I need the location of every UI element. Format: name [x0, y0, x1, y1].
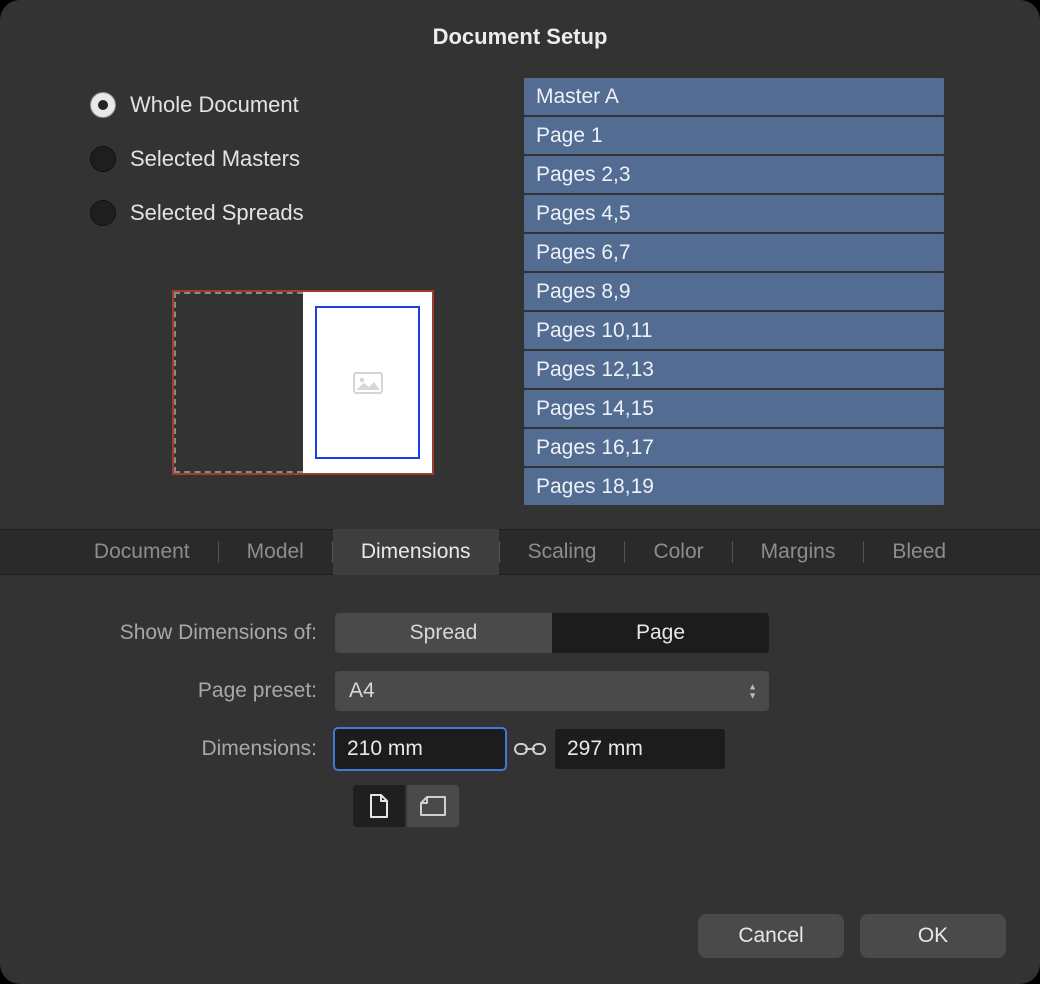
- page-list-item[interactable]: Pages 16,17: [524, 429, 944, 466]
- page-list-item[interactable]: Pages 4,5: [524, 195, 944, 232]
- scope-radio-selected-spreads[interactable]: Selected Spreads: [90, 186, 500, 240]
- page-list-item[interactable]: Pages 6,7: [524, 234, 944, 271]
- orientation-toggle: [353, 785, 459, 827]
- page-list-item[interactable]: Master A: [524, 78, 944, 115]
- seg-spread-button[interactable]: Spread: [335, 613, 552, 653]
- radio-indicator: [90, 200, 116, 226]
- show-dimensions-label: Show Dimensions of:: [60, 621, 335, 645]
- preview-left-page: [174, 292, 303, 473]
- radio-label: Whole Document: [130, 92, 299, 118]
- tab-color[interactable]: Color: [625, 529, 731, 575]
- landscape-button[interactable]: [407, 785, 459, 827]
- height-input[interactable]: [555, 729, 725, 769]
- document-setup-window: Document Setup Whole Document Selected Ma…: [0, 0, 1040, 984]
- portrait-button[interactable]: [353, 785, 405, 827]
- tab-scaling[interactable]: Scaling: [500, 529, 625, 575]
- width-input[interactable]: [335, 729, 505, 769]
- scope-radio-selected-masters[interactable]: Selected Masters: [90, 132, 500, 186]
- radio-label: Selected Spreads: [130, 200, 304, 226]
- radio-label: Selected Masters: [130, 146, 300, 172]
- pages-list[interactable]: Master APage 1Pages 2,3Pages 4,5Pages 6,…: [524, 78, 944, 505]
- tab-model[interactable]: Model: [219, 529, 332, 575]
- page-preset-value: A4: [349, 679, 375, 703]
- scope-radio-whole-document[interactable]: Whole Document: [90, 78, 500, 132]
- tab-document[interactable]: Document: [66, 529, 218, 575]
- link-dimensions-icon[interactable]: [505, 740, 555, 758]
- radio-indicator: [90, 146, 116, 172]
- page-list-item[interactable]: Pages 18,19: [524, 468, 944, 505]
- dimensions-label: Dimensions:: [60, 737, 335, 761]
- image-placeholder-icon: [353, 372, 383, 394]
- page-list-item[interactable]: Pages 8,9: [524, 273, 944, 310]
- dialog-title: Document Setup: [0, 0, 1040, 50]
- spread-preview: [172, 290, 434, 475]
- tabs-bar: DocumentModelDimensionsScalingColorMargi…: [0, 529, 1040, 575]
- portrait-icon: [369, 793, 389, 819]
- radio-indicator: [90, 92, 116, 118]
- page-list-item[interactable]: Pages 14,15: [524, 390, 944, 427]
- tab-dimensions[interactable]: Dimensions: [333, 529, 499, 575]
- landscape-icon: [419, 795, 447, 817]
- page-preset-label: Page preset:: [60, 679, 335, 703]
- tab-bleed[interactable]: Bleed: [864, 529, 974, 575]
- page-list-item[interactable]: Pages 2,3: [524, 156, 944, 193]
- ok-button[interactable]: OK: [860, 914, 1006, 958]
- seg-page-button[interactable]: Page: [552, 613, 769, 653]
- tab-margins[interactable]: Margins: [733, 529, 864, 575]
- select-caret-icon: ▲▼: [748, 683, 757, 700]
- page-list-item[interactable]: Page 1: [524, 117, 944, 154]
- page-preset-select[interactable]: A4 ▲▼: [335, 671, 769, 711]
- preview-right-page: [303, 292, 432, 473]
- cancel-button[interactable]: Cancel: [698, 914, 844, 958]
- page-list-item[interactable]: Pages 10,11: [524, 312, 944, 349]
- page-list-item[interactable]: Pages 12,13: [524, 351, 944, 388]
- show-dimensions-segmented: Spread Page: [335, 613, 769, 653]
